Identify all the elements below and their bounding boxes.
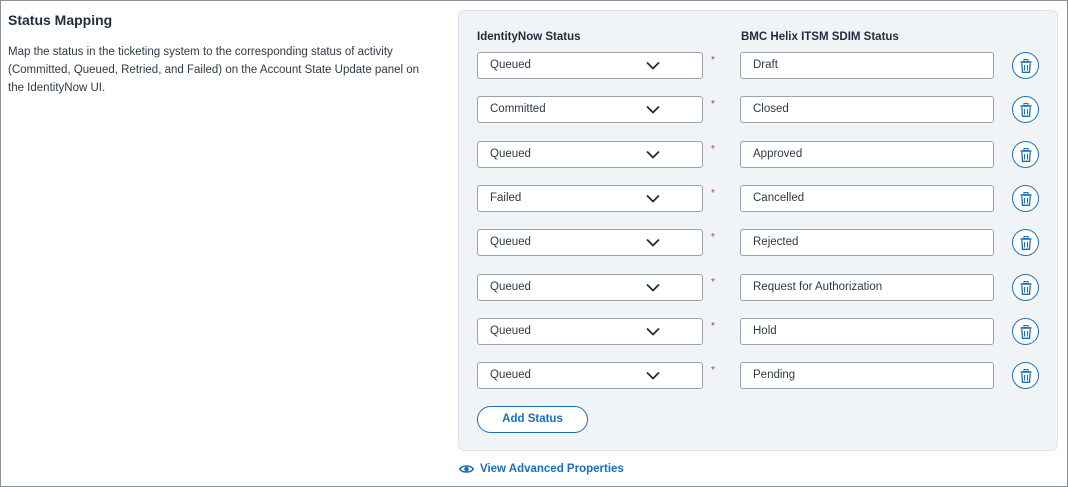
chevron-down-icon bbox=[646, 61, 660, 70]
identitynow-status-value: Queued bbox=[490, 281, 531, 293]
column-header-identitynow: IdentityNow Status bbox=[477, 31, 581, 43]
chevron-down-icon bbox=[646, 327, 660, 336]
delete-row-button[interactable] bbox=[1012, 185, 1039, 212]
delete-row-button[interactable] bbox=[1012, 274, 1039, 301]
trash-icon bbox=[1020, 191, 1031, 206]
identitynow-status-value: Queued bbox=[490, 325, 531, 337]
identitynow-status-value: Failed bbox=[490, 192, 522, 204]
delete-row-button[interactable] bbox=[1012, 362, 1039, 389]
identitynow-status-value: Queued bbox=[490, 59, 531, 71]
required-marker: * bbox=[711, 99, 715, 110]
identitynow-status-select[interactable]: Queued bbox=[477, 229, 703, 256]
column-header-bmc: BMC Helix ITSM SDIM Status bbox=[741, 31, 899, 43]
required-marker: * bbox=[711, 55, 715, 66]
bmc-status-field[interactable]: Request for Authorization bbox=[740, 274, 994, 301]
trash-icon bbox=[1020, 324, 1031, 339]
section-title: Status Mapping bbox=[8, 12, 113, 28]
bmc-status-field[interactable]: Pending bbox=[740, 362, 994, 389]
identitynow-status-value: Queued bbox=[490, 148, 531, 160]
section-description: Map the status in the ticketing system t… bbox=[8, 46, 420, 94]
mapping-row: Queued * Draft bbox=[477, 52, 1042, 79]
trash-icon bbox=[1020, 368, 1031, 383]
required-marker: * bbox=[711, 321, 715, 332]
mapping-row: Queued * Approved bbox=[477, 141, 1042, 168]
status-mapping-frame: Status Mapping Map the status in the tic… bbox=[0, 0, 1068, 487]
mapping-row: Queued * Hold bbox=[477, 318, 1042, 345]
required-marker: * bbox=[711, 365, 715, 376]
mapping-row: Committed * Closed bbox=[477, 96, 1042, 123]
delete-row-button[interactable] bbox=[1012, 318, 1039, 345]
mapping-row: Queued * Request for Authorization bbox=[477, 274, 1042, 301]
bmc-status-field[interactable]: Cancelled bbox=[740, 185, 994, 212]
mapping-row: Queued * Rejected bbox=[477, 229, 1042, 256]
identitynow-status-select[interactable]: Queued bbox=[477, 362, 703, 389]
delete-row-button[interactable] bbox=[1012, 52, 1039, 79]
trash-icon bbox=[1020, 58, 1031, 73]
identitynow-status-select[interactable]: Queued bbox=[477, 52, 703, 79]
identitynow-status-select[interactable]: Committed bbox=[477, 96, 703, 123]
chevron-down-icon bbox=[646, 194, 660, 203]
bmc-status-field[interactable]: Hold bbox=[740, 318, 994, 345]
delete-row-button[interactable] bbox=[1012, 229, 1039, 256]
required-marker: * bbox=[711, 188, 715, 199]
identitynow-status-value: Queued bbox=[490, 236, 531, 248]
bmc-status-field[interactable]: Approved bbox=[740, 141, 994, 168]
trash-icon bbox=[1020, 147, 1031, 162]
delete-row-button[interactable] bbox=[1012, 141, 1039, 168]
required-marker: * bbox=[711, 277, 715, 288]
mapping-panel: IdentityNow Status BMC Helix ITSM SDIM S… bbox=[458, 10, 1058, 451]
mapping-row: Queued * Pending bbox=[477, 362, 1042, 389]
trash-icon bbox=[1020, 280, 1031, 295]
delete-row-button[interactable] bbox=[1012, 96, 1039, 123]
required-marker: * bbox=[711, 232, 715, 243]
chevron-down-icon bbox=[646, 371, 660, 380]
chevron-down-icon bbox=[646, 150, 660, 159]
identitynow-status-select[interactable]: Failed bbox=[477, 185, 703, 212]
identitynow-status-select[interactable]: Queued bbox=[477, 274, 703, 301]
bmc-status-field[interactable]: Closed bbox=[740, 96, 994, 123]
bmc-status-field[interactable]: Draft bbox=[740, 52, 994, 79]
required-marker: * bbox=[711, 144, 715, 155]
identitynow-status-select[interactable]: Queued bbox=[477, 141, 703, 168]
mapping-row: Failed * Cancelled bbox=[477, 185, 1042, 212]
bmc-status-field[interactable]: Rejected bbox=[740, 229, 994, 256]
eye-icon bbox=[459, 465, 474, 473]
chevron-down-icon bbox=[646, 238, 660, 247]
advanced-link-label: View Advanced Properties bbox=[480, 463, 624, 475]
trash-icon bbox=[1020, 102, 1031, 117]
chevron-down-icon bbox=[646, 105, 660, 114]
section-intro: Status Mapping Map the status in the tic… bbox=[8, 11, 438, 97]
add-status-button[interactable]: Add Status bbox=[477, 406, 588, 433]
identitynow-status-select[interactable]: Queued bbox=[477, 318, 703, 345]
chevron-down-icon bbox=[646, 283, 660, 292]
trash-icon bbox=[1020, 235, 1031, 250]
identitynow-status-value: Queued bbox=[490, 369, 531, 381]
view-advanced-properties-link[interactable]: View Advanced Properties bbox=[459, 463, 624, 475]
identitynow-status-value: Committed bbox=[490, 103, 546, 115]
